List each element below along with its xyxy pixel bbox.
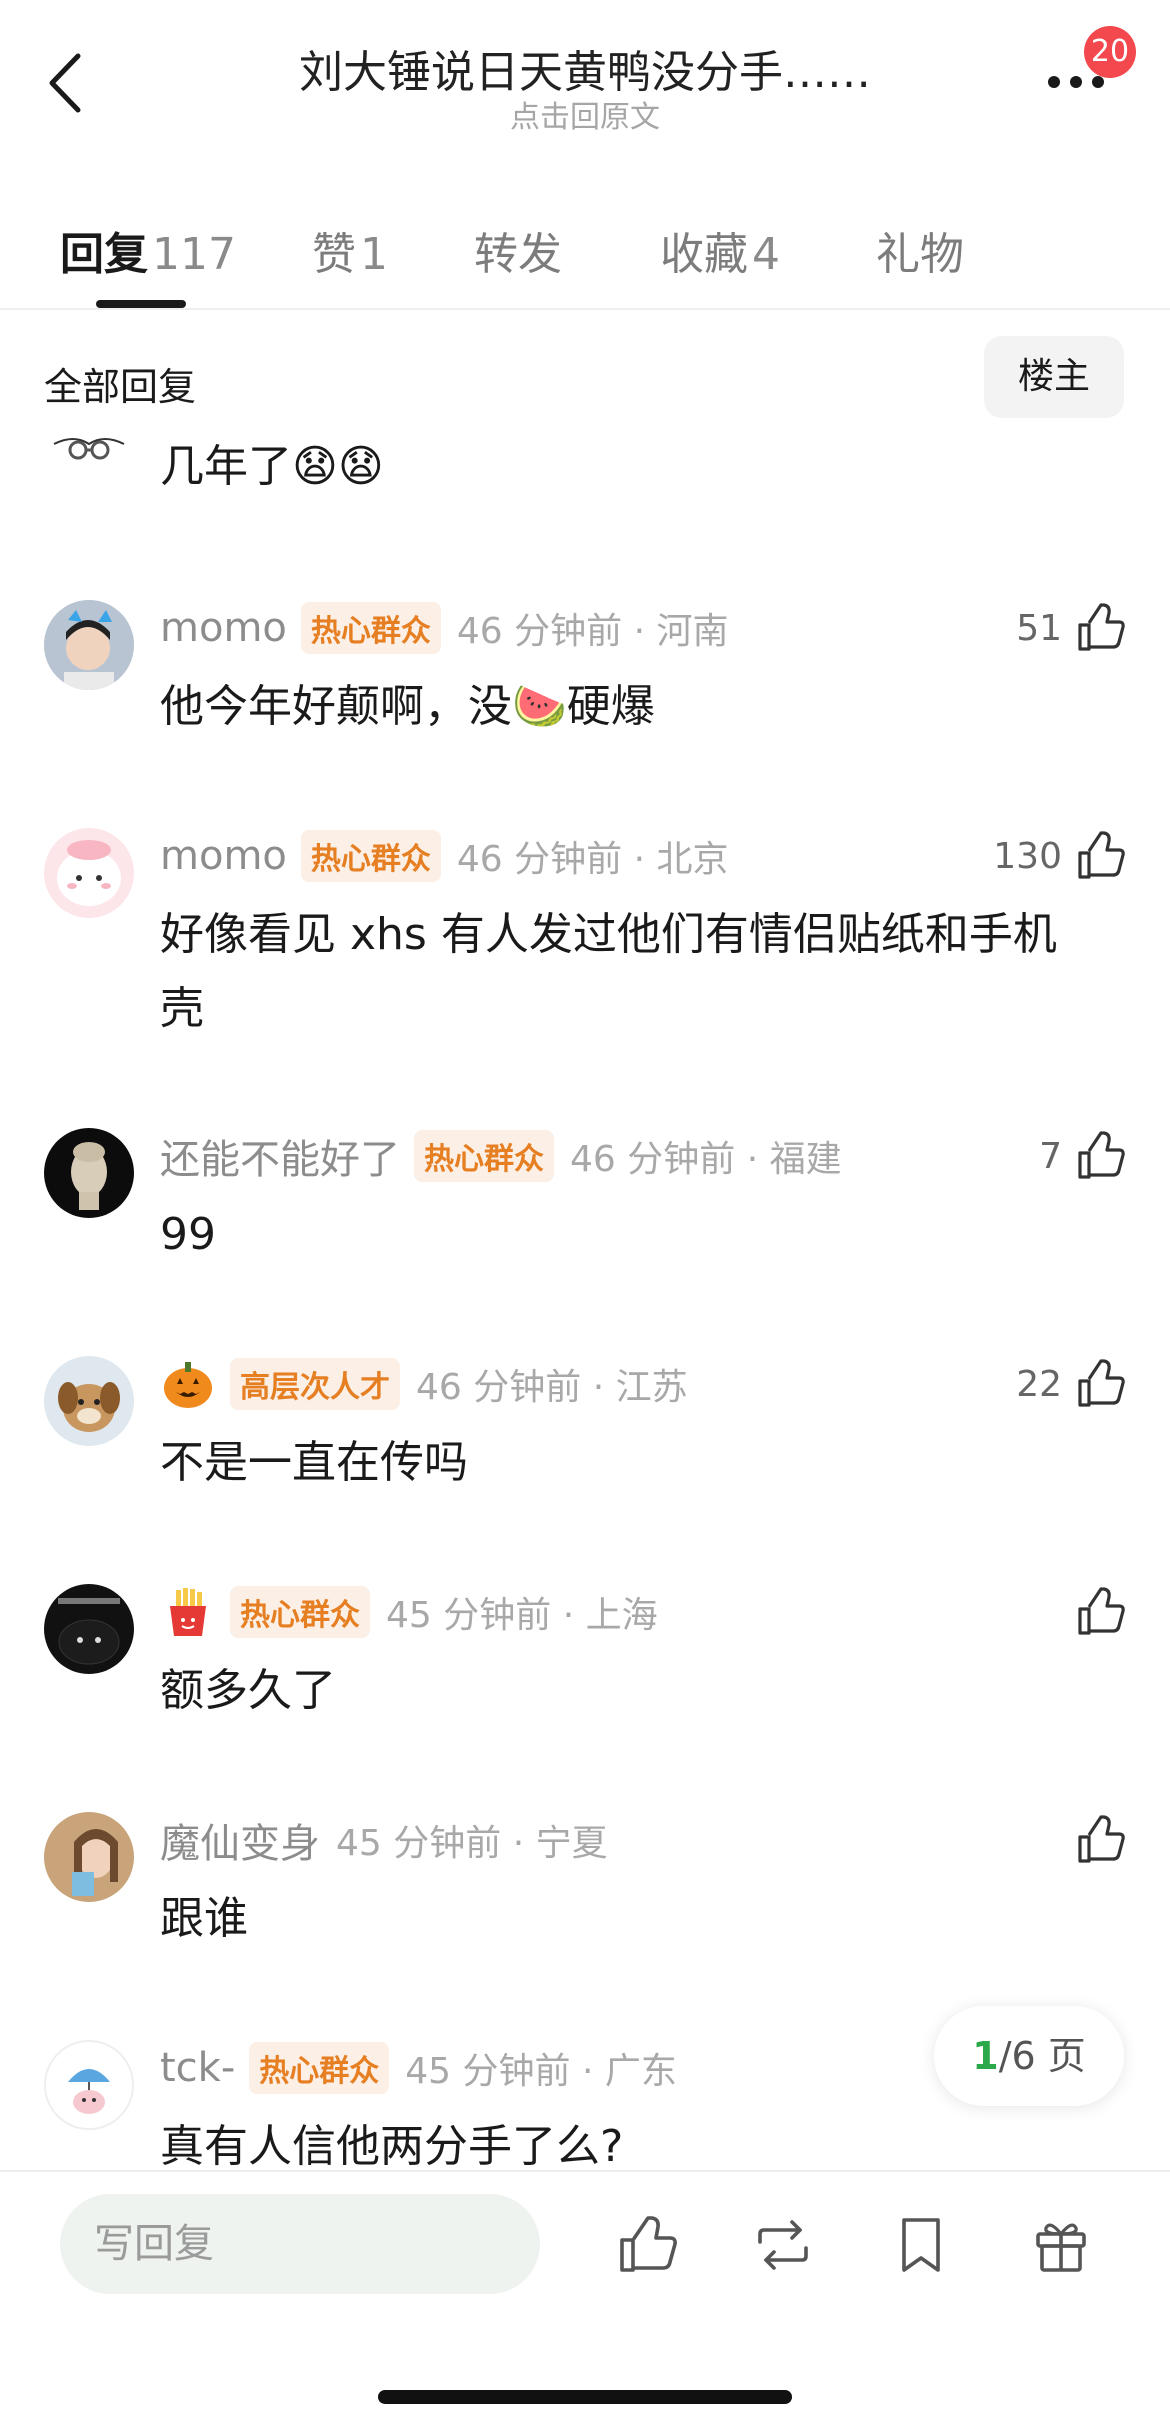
avatar[interactable] [44,1356,134,1446]
thumbs-up-icon [1078,603,1125,651]
like-count: 22 [1016,1363,1062,1405]
avatar[interactable] [44,1128,134,1218]
comment-meta: 还能不能好了 热心群众 46 分钟前 · 福建 [160,1126,842,1186]
comment-time-location: 45 分钟前 · 宁夏 [336,1823,608,1864]
post-title[interactable]: 刘大锤说日天黄鸭没分手…… [150,36,1020,100]
comment-time-location: 46 分钟前 · 北京 [456,839,729,880]
username[interactable]: 还能不能好了 [160,1127,400,1185]
comment-time-location: 46 分钟前 · 河南 [456,611,729,652]
tab-count: 1 [360,229,388,280]
username[interactable]: 魔仙变身 [160,1811,320,1869]
comment-meta: 高层次人才 46 分钟前 · 江苏 [160,1354,688,1414]
comment-text[interactable]: 几年了😧😧 [160,430,1090,504]
total-pages: /6 页 [998,2034,1086,2078]
avatar[interactable] [44,434,134,464]
tab-likes[interactable]: 赞1 [312,218,388,282]
pumpkin-icon [164,1362,212,1408]
comment-text[interactable]: 99 [160,1198,1090,1272]
comment-item: 高层次人才 46 分钟前 · 江苏 22 不是一直在传吗 [0,1354,1170,1534]
avatar[interactable] [44,600,134,690]
comment-item: 几年了😧😧 [0,426,1170,546]
section-title: 全部回复 [44,365,197,409]
tab-label: 礼物 [876,229,964,280]
comment-item: 还能不能好了 热心群众 46 分钟前 · 福建 7 99 [0,1126,1170,1306]
like-count: 51 [1016,607,1062,649]
username[interactable]: momo [160,605,287,651]
comment-item: 热心群众 45 分钟前 · 上海 额多久了 [0,1582,1170,1762]
comment-time-location: 46 分钟前 · 福建 [570,1139,842,1180]
like-button[interactable]: 51 [1016,598,1126,658]
avatar[interactable] [44,1812,134,1902]
gift-icon[interactable] [1028,2212,1094,2278]
comment-meta: momo 热心群众 46 分钟前 · 河南 [160,598,728,658]
comment-item: momo 热心群众 46 分钟前 · 河南 51 他今年好颠啊，没🍉硬爆 [0,598,1170,778]
tab-count: 117 [152,229,236,280]
tab-gifts[interactable]: 礼物 [876,218,964,282]
more-dots-icon [1048,76,1104,88]
user-tag-badge: 热心群众 [249,2042,390,2094]
comment-meta: 魔仙变身 45 分钟前 · 宁夏 [160,1810,608,1870]
comment-text[interactable]: 好像看见 xhs 有人发过他们有情侣贴纸和手机壳 [160,898,1090,1046]
user-tag-badge: 热心群众 [230,1586,370,1638]
chevron-left-icon [49,53,81,113]
header: 刘大锤说日天黄鸭没分手…… 点击回原文 20 [0,0,1170,160]
like-button[interactable] [1072,1582,1126,1642]
like-count: 130 [993,835,1062,877]
reply-input[interactable]: 写回复 [60,2194,540,2294]
page-indicator[interactable]: 1/6 页 [934,2006,1124,2106]
fries-icon [170,1588,206,1636]
comment-time-location: 45 分钟前 · 广东 [405,2051,677,2092]
tab-bar: 回复117 赞1 转发 收藏4 礼物 [0,200,1170,310]
bookmark-icon[interactable] [888,2212,954,2278]
user-tag-badge: 热心群众 [300,602,441,654]
tab-label: 转发 [474,229,562,280]
notification-badge: 20 [1084,26,1136,78]
tab-label: 赞 [312,229,356,280]
like-button[interactable] [1072,1810,1126,1870]
comment-text[interactable]: 额多久了 [160,1654,1090,1728]
username[interactable]: tck- [160,2045,235,2091]
repost-icon[interactable] [750,2212,816,2278]
comment-text[interactable]: 他今年好颠啊，没🍉硬爆 [160,670,1090,744]
comment-time-location: 45 分钟前 · 上海 [386,1595,658,1636]
avatar[interactable] [44,2040,134,2130]
tab-label: 回复 [60,229,148,280]
tab-favorites[interactable]: 收藏4 [660,218,780,282]
thumbs-up-icon [1078,1359,1125,1407]
thumbs-up-icon [1078,1587,1125,1635]
comment-item: 魔仙变身 45 分钟前 · 宁夏 跟谁 [0,1810,1170,1990]
tab-label: 收藏 [660,229,748,280]
tab-reposts[interactable]: 转发 [474,218,562,282]
comment-meta: 热心群众 45 分钟前 · 上海 [160,1582,658,1642]
like-count: 7 [1039,1135,1062,1177]
like-button[interactable]: 7 [1039,1126,1126,1186]
owner-only-filter-button[interactable]: 楼主 [984,336,1124,418]
thumbs-up-icon [1078,1131,1125,1179]
back-to-original-link[interactable]: 点击回原文 [150,92,1020,136]
comment-time-location: 46 分钟前 · 江苏 [416,1367,688,1408]
like-button[interactable]: 130 [993,826,1126,886]
user-tag-badge: 热心群众 [300,830,441,882]
back-button[interactable] [40,48,100,118]
bottom-action-bar: 写回复 [0,2170,1170,2417]
comment-item: momo 热心群众 46 分钟前 · 北京 130 好像看见 xhs 有人发过他… [0,826,1170,1066]
user-tag-badge: 高层次人才 [230,1358,400,1410]
user-tag-badge: 热心群众 [414,1130,554,1182]
comment-text[interactable]: 不是一直在传吗 [160,1426,1090,1500]
comment-meta: momo 热心群众 46 分钟前 · 北京 [160,826,728,886]
tab-count: 4 [752,229,780,280]
current-page: 1 [972,2034,999,2078]
avatar[interactable] [44,1584,134,1674]
thumbs-up-icon [1078,1815,1125,1863]
home-indicator [378,2390,792,2404]
tab-replies[interactable]: 回复117 [60,218,236,282]
comment-meta: tck- 热心群众 45 分钟前 · 广东 [160,2038,677,2098]
like-button[interactable]: 22 [1016,1354,1126,1414]
like-icon[interactable] [614,2212,680,2278]
thumbs-up-icon [1078,831,1125,879]
comment-text[interactable]: 跟谁 [160,1882,1090,1956]
tab-active-indicator [96,300,186,308]
username[interactable]: momo [160,833,287,879]
avatar[interactable] [44,828,134,918]
